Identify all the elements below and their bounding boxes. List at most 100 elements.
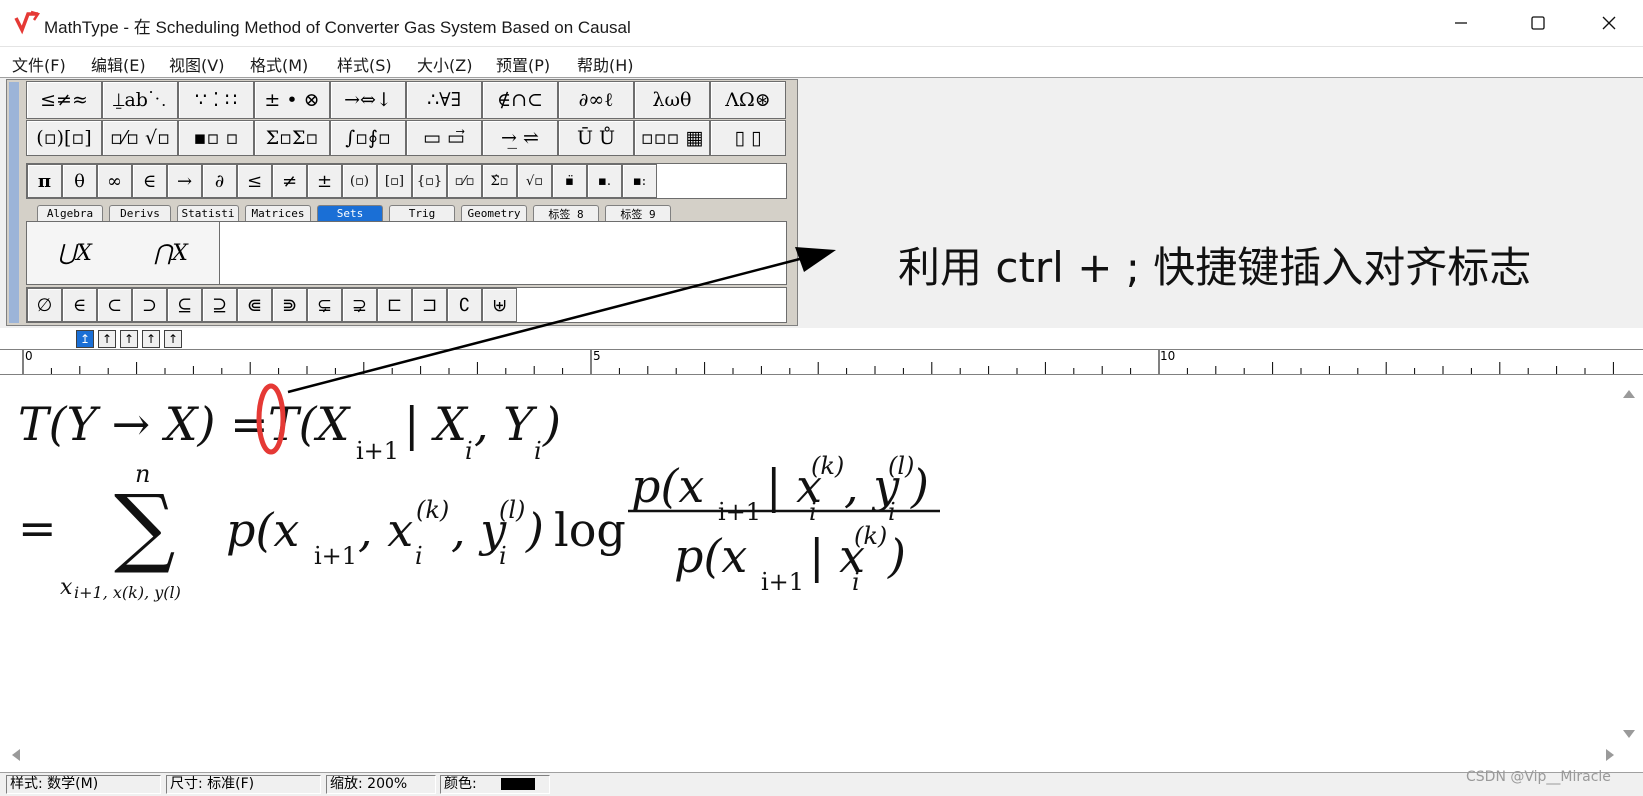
menu-help[interactable]: 帮助(H)	[577, 52, 634, 76]
svg-text:i: i	[499, 542, 507, 570]
equation-line1-lhs: T(Y → X) =	[18, 397, 269, 451]
fences-templates-button[interactable]: (▫)[▫]	[26, 120, 102, 156]
tab-matrices[interactable]: Matrices	[245, 205, 311, 221]
close-button[interactable]	[1575, 0, 1643, 46]
svg-text:i+1: i+1	[314, 542, 357, 570]
menu-edit[interactable]: 编辑(E)	[91, 52, 146, 76]
set-element-button[interactable]: ∈	[62, 288, 97, 322]
tab-label-9[interactable]: 标签 9	[605, 205, 671, 221]
align-up-right-icon[interactable]: ↑	[120, 330, 138, 348]
square-superset-button[interactable]: ⊐	[412, 288, 447, 322]
double-superset-button[interactable]: ⋑	[272, 288, 307, 322]
double-subset-button[interactable]: ⋐	[237, 288, 272, 322]
partial-button[interactable]: ∂	[202, 164, 237, 198]
parentheses-button[interactable]: (▫)	[342, 164, 377, 198]
fraction-button[interactable]: ▫⁄▫	[447, 164, 482, 198]
align-top-icon[interactable]: ↥	[76, 330, 94, 348]
empty-set-button[interactable]: ∅	[27, 288, 62, 322]
sqrt-button[interactable]: √▫	[517, 164, 552, 198]
sub-superscript-button[interactable]: ▪:	[622, 164, 657, 198]
embellishments-button[interactable]: ∵ ⁚ ∷	[178, 81, 254, 119]
arrow-symbols-button[interactable]: →⇔↓	[330, 81, 406, 119]
brackets-button[interactable]: [▫]	[377, 164, 412, 198]
scroll-arrows-horizontal	[12, 749, 1614, 761]
align-box-icon[interactable]: ↑	[142, 330, 160, 348]
tab-derivs[interactable]: Derivs	[109, 205, 171, 221]
menu-style[interactable]: 样式(S)	[337, 52, 392, 76]
spaces-ellipses-button[interactable]: ⍊ab⋱	[102, 81, 178, 119]
element-of-button[interactable]: ∈	[132, 164, 167, 198]
menu-file[interactable]: 文件(F)	[12, 52, 66, 76]
mathtype-logo-icon	[14, 10, 40, 35]
labeled-arrow-templates-button[interactable]: →̲ ⇌	[482, 120, 558, 156]
superset-not-equal-button[interactable]: ⊋	[342, 288, 377, 322]
svg-text:(k): (k)	[811, 452, 844, 480]
tab-statistics[interactable]: Statisti	[177, 205, 239, 221]
union-template-button[interactable]: ⋃X	[27, 222, 124, 284]
superscript-button[interactable]: ▪̈	[552, 164, 587, 198]
menu-bar: 文件(F) 编辑(E) 视图(V) 格式(M) 样式(S) 大小(Z) 预置(P…	[0, 47, 1643, 77]
right-arrow-button[interactable]: →	[167, 164, 202, 198]
scroll-up-icon	[1623, 390, 1635, 398]
close-icon	[1602, 16, 1616, 30]
color-swatch[interactable]	[501, 778, 536, 790]
subscript-button[interactable]: ▪.	[587, 164, 622, 198]
complement-button[interactable]: ∁	[447, 288, 482, 322]
menu-view[interactable]: 视图(V)	[169, 52, 224, 76]
tab-label-8[interactable]: 标签 8	[533, 205, 599, 221]
matrix-templates-button[interactable]: ▫▫▫ ▦	[634, 120, 710, 156]
tab-sets[interactable]: Sets	[317, 205, 383, 221]
braces-button[interactable]: {▫}	[412, 164, 447, 198]
bar-arrow-templates-button[interactable]: ▭ ▭⃗	[406, 120, 482, 156]
equation-line1-end: )	[542, 397, 561, 451]
integral-templates-button[interactable]: ∫▫∮▫	[330, 120, 406, 156]
products-set-templates-button[interactable]: Ū Ů	[558, 120, 634, 156]
vertical-scrollbar[interactable]	[1620, 376, 1638, 746]
theta-button[interactable]: θ	[62, 164, 97, 198]
subscript-superscript-templates-button[interactable]: ▪▫ ▫	[178, 120, 254, 156]
watermark: CSDN @Vip__Miracle	[1466, 769, 1611, 785]
infinity-button[interactable]: ∞	[97, 164, 132, 198]
sum-button[interactable]: Σ̂▫	[482, 164, 517, 198]
tab-trig[interactable]: Trig	[389, 205, 455, 221]
tab-geometry[interactable]: Geometry	[461, 205, 527, 221]
plus-minus-button[interactable]: ±	[307, 164, 342, 198]
align-up-icon[interactable]: ↑	[98, 330, 116, 348]
summation-templates-button[interactable]: Σ▫Σ▫	[254, 120, 330, 156]
menu-format[interactable]: 格式(M)	[250, 52, 308, 76]
maximize-button[interactable]	[1504, 0, 1572, 46]
relational-symbols-button[interactable]: ≤≠≈	[26, 81, 102, 119]
operator-symbols-button[interactable]: ± • ⊗	[254, 81, 330, 119]
equation-line1-mid: | X	[404, 397, 469, 451]
misc-symbols-button[interactable]: ∂∞ℓ	[558, 81, 634, 119]
fraction-radical-templates-button[interactable]: ▫⁄▫ √▫	[102, 120, 178, 156]
palette-grip[interactable]	[9, 82, 19, 323]
square-subset-button[interactable]: ⊏	[377, 288, 412, 322]
minimize-button[interactable]	[1427, 0, 1495, 46]
subset-not-equal-button[interactable]: ⊊	[307, 288, 342, 322]
set-theory-symbols-button[interactable]: ∉∩⊂	[482, 81, 558, 119]
superset-button[interactable]: ⊃	[132, 288, 167, 322]
subset-button[interactable]: ⊂	[97, 288, 132, 322]
align-baseline-icon[interactable]: ↑	[164, 330, 182, 348]
equation-line1-sub3: i	[534, 437, 542, 465]
superset-equal-button[interactable]: ⊇	[202, 288, 237, 322]
logical-symbols-button[interactable]: ∴∀∃	[406, 81, 482, 119]
menu-size[interactable]: 大小(Z)	[417, 52, 472, 76]
not-equal-button[interactable]: ≠	[272, 164, 307, 198]
box-templates-button[interactable]: ▯ ▯	[710, 120, 786, 156]
less-equal-button[interactable]: ≤	[237, 164, 272, 198]
pi-button[interactable]: π	[27, 164, 62, 198]
greek-uppercase-button[interactable]: ΛΩ⊛	[710, 81, 786, 119]
intersection-template-button[interactable]: ⋂X	[123, 222, 220, 284]
equation-editor[interactable]: T(Y → X) = T(X i+1 | X i , Y i ) = n ∑ x…	[6, 376, 1620, 746]
menu-preferences[interactable]: 预置(P)	[496, 52, 550, 76]
horizontal-scrollbar[interactable]	[6, 746, 1620, 764]
greek-lowercase-button[interactable]: λωθ	[634, 81, 710, 119]
ruler-ticks	[22, 350, 1614, 374]
equation-line1-sub2: i	[465, 437, 473, 465]
ruler[interactable]: 0 5 10	[0, 349, 1643, 375]
multiset-union-button[interactable]: ⊎	[482, 288, 517, 322]
subset-equal-button[interactable]: ⊆	[167, 288, 202, 322]
tab-algebra[interactable]: Algebra	[37, 205, 103, 221]
